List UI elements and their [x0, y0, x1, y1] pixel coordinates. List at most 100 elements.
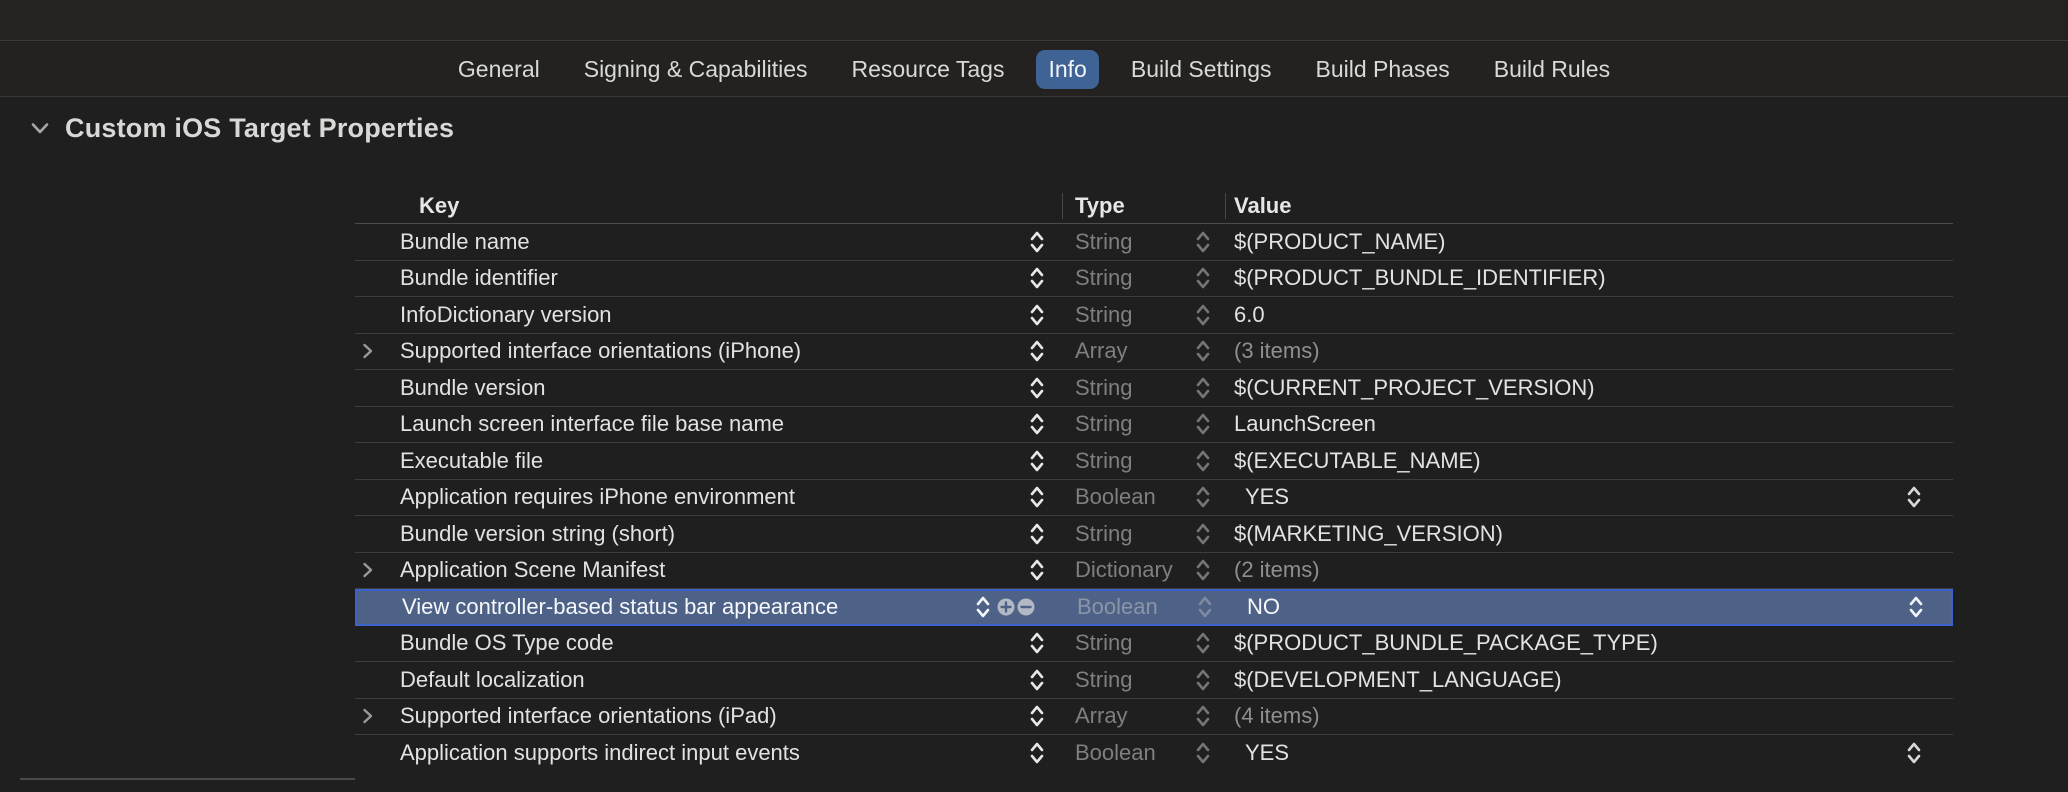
type-stepper-icon[interactable]: [1195, 447, 1211, 474]
row-key[interactable]: Bundle identifier: [400, 265, 558, 291]
row-key[interactable]: Executable file: [400, 448, 543, 474]
table-row[interactable]: Bundle version String $(CURRENT_PROJECT_…: [355, 370, 1953, 407]
row-key[interactable]: Bundle name: [400, 229, 530, 255]
row-type[interactable]: String: [1075, 411, 1132, 437]
type-stepper-icon[interactable]: [1195, 374, 1211, 401]
row-type[interactable]: Boolean: [1075, 740, 1156, 766]
row-type[interactable]: String: [1075, 521, 1132, 547]
tab-build-rules[interactable]: Build Rules: [1494, 56, 1610, 83]
row-key[interactable]: Launch screen interface file base name: [400, 411, 784, 437]
type-stepper-icon[interactable]: [1195, 557, 1211, 584]
row-type[interactable]: Boolean: [1077, 594, 1158, 620]
table-row[interactable]: Bundle identifier String $(PRODUCT_BUNDL…: [355, 261, 1953, 298]
row-type[interactable]: Array: [1075, 338, 1128, 364]
row-type[interactable]: String: [1075, 448, 1132, 474]
row-key[interactable]: InfoDictionary version: [400, 302, 612, 328]
row-key[interactable]: Supported interface orientations (iPhone…: [400, 338, 801, 364]
row-type[interactable]: String: [1075, 667, 1132, 693]
row-key[interactable]: Application requires iPhone environment: [400, 484, 795, 510]
row-value[interactable]: $(DEVELOPMENT_LANGUAGE): [1234, 667, 1562, 693]
row-value[interactable]: YES: [1245, 484, 1289, 510]
key-stepper-icon[interactable]: [1029, 520, 1045, 547]
row-type[interactable]: String: [1075, 375, 1132, 401]
key-stepper-icon[interactable]: [1029, 447, 1045, 474]
tab-general[interactable]: General: [458, 56, 540, 83]
key-stepper-icon[interactable]: [1029, 703, 1045, 730]
key-stepper-icon[interactable]: [1029, 557, 1045, 584]
type-stepper-icon[interactable]: [1195, 630, 1211, 657]
key-stepper-icon[interactable]: [1029, 484, 1045, 511]
row-key[interactable]: View controller-based status bar appeara…: [402, 594, 838, 620]
table-row[interactable]: Supported interface orientations (iPad) …: [355, 699, 1953, 736]
row-type[interactable]: Array: [1075, 703, 1128, 729]
row-value[interactable]: NO: [1247, 594, 1280, 620]
type-stepper-icon[interactable]: [1195, 265, 1211, 292]
tab-resource-tags[interactable]: Resource Tags: [851, 56, 1004, 83]
row-key[interactable]: Application supports indirect input even…: [400, 740, 800, 766]
row-value[interactable]: $(PRODUCT_NAME): [1234, 229, 1445, 255]
add-row-button[interactable]: [997, 598, 1015, 616]
tab-signing-capabilities[interactable]: Signing & Capabilities: [584, 56, 808, 83]
row-key[interactable]: Bundle version string (short): [400, 521, 675, 547]
row-type[interactable]: String: [1075, 630, 1132, 656]
key-stepper-icon[interactable]: [1029, 301, 1045, 328]
row-value[interactable]: $(EXECUTABLE_NAME): [1234, 448, 1481, 474]
type-stepper-icon[interactable]: [1195, 520, 1211, 547]
type-stepper-icon[interactable]: [1195, 666, 1211, 693]
key-stepper-icon[interactable]: [1029, 740, 1045, 767]
type-stepper-icon[interactable]: [1195, 301, 1211, 328]
row-type[interactable]: String: [1075, 302, 1132, 328]
row-value[interactable]: $(PRODUCT_BUNDLE_PACKAGE_TYPE): [1234, 630, 1658, 656]
table-row[interactable]: Launch screen interface file base name S…: [355, 407, 1953, 444]
type-stepper-icon[interactable]: [1195, 484, 1211, 511]
table-row[interactable]: Application requires iPhone environment …: [355, 480, 1953, 517]
row-value[interactable]: (3 items): [1234, 338, 1320, 364]
tab-build-phases[interactable]: Build Phases: [1316, 56, 1450, 83]
remove-row-button[interactable]: [1017, 598, 1035, 616]
row-value[interactable]: 6.0: [1234, 302, 1265, 328]
type-stepper-icon[interactable]: [1195, 228, 1211, 255]
row-key[interactable]: Bundle OS Type code: [400, 630, 614, 656]
key-stepper-icon[interactable]: [1029, 411, 1045, 438]
table-row[interactable]: Executable file String $(EXECUTABLE_NAME…: [355, 443, 1953, 480]
value-popup-stepper-icon[interactable]: [1908, 594, 1924, 621]
row-key[interactable]: Default localization: [400, 667, 585, 693]
tab-build-settings[interactable]: Build Settings: [1131, 56, 1272, 83]
table-row[interactable]: Application supports indirect input even…: [355, 735, 1953, 772]
row-type[interactable]: Dictionary: [1075, 557, 1173, 583]
tab-info[interactable]: Info: [1036, 50, 1098, 89]
row-value[interactable]: $(CURRENT_PROJECT_VERSION): [1234, 375, 1595, 401]
table-row[interactable]: InfoDictionary version String 6.0: [355, 297, 1953, 334]
table-row[interactable]: Supported interface orientations (iPhone…: [355, 334, 1953, 371]
table-row[interactable]: Default localization String $(DEVELOPMEN…: [355, 662, 1953, 699]
key-stepper-icon[interactable]: [1029, 630, 1045, 657]
type-stepper-icon[interactable]: [1197, 594, 1213, 621]
key-stepper-icon[interactable]: [1029, 374, 1045, 401]
row-type[interactable]: String: [1075, 229, 1132, 255]
section-collapse-chevron-down-icon[interactable]: [30, 122, 50, 135]
row-value[interactable]: YES: [1245, 740, 1289, 766]
type-stepper-icon[interactable]: [1195, 338, 1211, 365]
type-stepper-icon[interactable]: [1195, 411, 1211, 438]
table-row[interactable]: Application Scene Manifest Dictionary (2…: [355, 553, 1953, 590]
row-key[interactable]: Supported interface orientations (iPad): [400, 703, 777, 729]
type-stepper-icon[interactable]: [1195, 740, 1211, 767]
table-row[interactable]: View controller-based status bar appeara…: [355, 589, 1953, 626]
value-popup-stepper-icon[interactable]: [1906, 740, 1922, 767]
key-stepper-icon[interactable]: [975, 594, 991, 621]
table-row[interactable]: Bundle name String $(PRODUCT_NAME): [355, 224, 1953, 261]
row-value[interactable]: (4 items): [1234, 703, 1320, 729]
key-stepper-icon[interactable]: [1029, 228, 1045, 255]
disclosure-chevron-icon[interactable]: [361, 706, 374, 727]
key-stepper-icon[interactable]: [1029, 338, 1045, 365]
row-type[interactable]: Boolean: [1075, 484, 1156, 510]
row-key[interactable]: Application Scene Manifest: [400, 557, 665, 583]
value-popup-stepper-icon[interactable]: [1906, 484, 1922, 511]
disclosure-chevron-icon[interactable]: [361, 560, 374, 581]
row-value[interactable]: (2 items): [1234, 557, 1320, 583]
key-stepper-icon[interactable]: [1029, 666, 1045, 693]
row-value[interactable]: $(MARKETING_VERSION): [1234, 521, 1503, 547]
table-row[interactable]: Bundle OS Type code String $(PRODUCT_BUN…: [355, 626, 1953, 663]
row-value[interactable]: LaunchScreen: [1234, 411, 1376, 437]
type-stepper-icon[interactable]: [1195, 703, 1211, 730]
